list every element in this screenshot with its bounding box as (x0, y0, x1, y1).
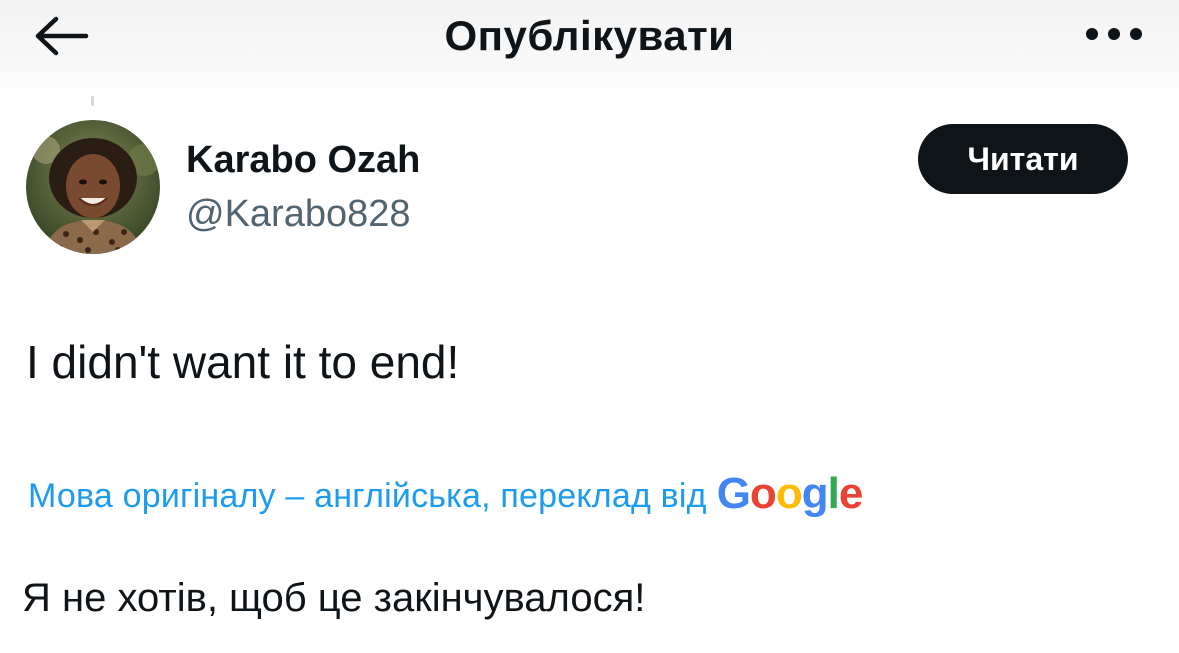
author-handle[interactable]: @Karabo828 (186, 192, 411, 236)
translation-note[interactable]: Мова оригіналу – англійська, переклад ві… (28, 466, 864, 524)
more-options-button[interactable] (1079, 14, 1149, 54)
translated-tweet-text: Я не хотів, щоб це закінчувалося! (22, 576, 646, 620)
profile-photo (26, 120, 160, 254)
google-logo-letter: o (749, 469, 777, 518)
google-logo-letter: o (775, 469, 803, 518)
google-logo-letter: G (716, 469, 751, 518)
follow-button[interactable]: Читати (918, 124, 1128, 194)
post-detail-screen: Опублікувати Karabo Ozah @Karabo828 Чита… (0, 0, 1179, 653)
google-logo-letter: l (827, 469, 840, 518)
translation-note-text: Мова оригіналу – англійська, переклад ві… (28, 477, 707, 515)
ellipsis-icon (1086, 28, 1142, 40)
google-logo-letter: e (838, 469, 864, 518)
thread-connector (91, 96, 94, 106)
tweet-text: I didn't want it to end! (26, 336, 460, 388)
google-logo-letter: g (801, 469, 829, 518)
avatar[interactable] (26, 120, 160, 254)
top-bar: Опублікувати (0, 0, 1179, 100)
author-name[interactable]: Karabo Ozah (186, 138, 420, 182)
page-title: Опублікувати (444, 12, 735, 59)
google-logo: Google (716, 466, 864, 522)
